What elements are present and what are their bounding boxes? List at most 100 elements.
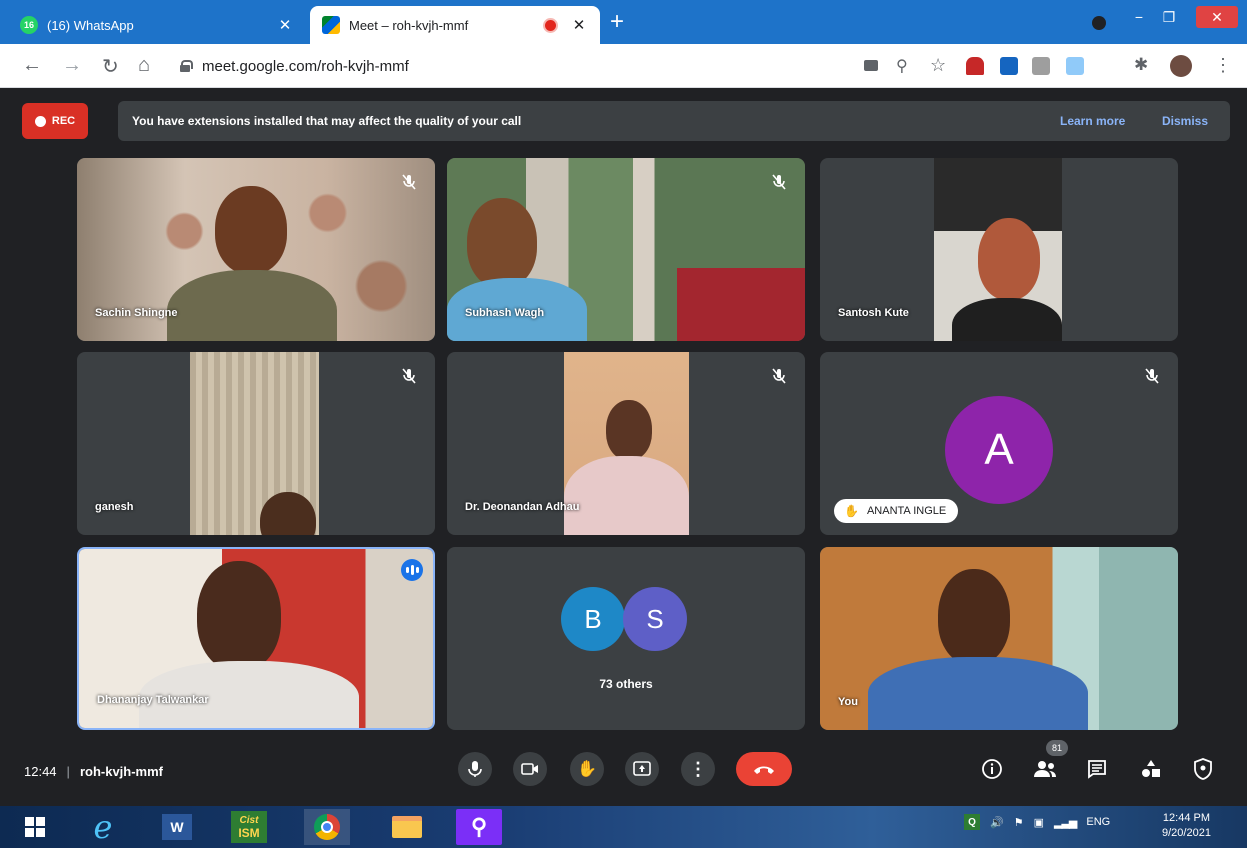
extension-doc-icon[interactable] <box>1066 57 1084 75</box>
internet-explorer-button[interactable]: e <box>80 808 126 846</box>
participant-name: Dhananjay Talwankar <box>97 694 209 706</box>
camera-toggle-button[interactable] <box>513 752 547 786</box>
forward-icon[interactable]: → <box>62 54 82 77</box>
dismiss-button[interactable]: Dismiss <box>1162 114 1208 128</box>
windows-start-button[interactable] <box>12 809 58 845</box>
extensions-puzzle-icon[interactable]: ✱ <box>1134 55 1148 75</box>
meet-stage: REC You have extensions installed that m… <box>0 88 1247 806</box>
people-button[interactable] <box>1032 756 1058 782</box>
raise-hand-button[interactable]: ✋ <box>570 752 604 786</box>
menu-kebab-icon[interactable]: ⋮ <box>1214 55 1232 76</box>
camera-in-use-icon[interactable] <box>864 60 878 71</box>
back-icon[interactable]: ← <box>22 54 42 77</box>
restore-icon[interactable]: ❐ <box>1158 6 1180 28</box>
search-app-button[interactable]: ⚲ <box>456 809 502 845</box>
participant-face <box>260 492 316 535</box>
chat-icon <box>1088 760 1106 779</box>
ism-label: ISM <box>238 826 260 840</box>
windows-logo-icon <box>25 817 45 837</box>
participant-tile[interactable]: Dhananjay Talwankar <box>77 547 435 730</box>
more-vert-icon: ⋮ <box>689 758 707 779</box>
whatsapp-icon: 16 <box>20 16 38 34</box>
home-icon[interactable]: ⌂ <box>138 54 150 77</box>
participant-tile[interactable]: Dr. Deonandan Adhau <box>447 352 805 535</box>
new-tab-button[interactable]: + <box>610 10 624 34</box>
camera-icon <box>521 763 538 775</box>
clock-time: 12:44 PM <box>1162 812 1211 824</box>
cist-ism-button[interactable]: Cist ISM <box>226 809 272 845</box>
participant-name: ganesh <box>95 501 134 513</box>
video-feed <box>934 158 1062 341</box>
minimize-icon[interactable]: − <box>1128 6 1150 28</box>
network-icon[interactable]: ▣ <box>1034 816 1044 829</box>
avatar[interactable] <box>1170 55 1192 77</box>
url-text: meet.google.com/roh-kvjh-mmf <box>202 57 409 75</box>
url-field[interactable]: meet.google.com/roh-kvjh-mmf <box>180 51 850 81</box>
close-window-icon[interactable]: ✕ <box>1196 6 1238 28</box>
extension-warning-banner: You have extensions installed that may a… <box>118 101 1230 141</box>
participant-count-badge: 81 <box>1046 740 1068 756</box>
meeting-details-button[interactable] <box>979 756 1005 782</box>
mic-off-icon <box>772 368 786 384</box>
bookmark-star-icon[interactable]: ☆ <box>930 55 946 76</box>
internet-explorer-icon: e <box>93 808 113 846</box>
extension-red-icon[interactable] <box>966 57 984 75</box>
learn-more-link[interactable]: Learn more <box>1060 114 1125 128</box>
chrome-button[interactable] <box>304 809 350 845</box>
participant-name: Sachin Shingne <box>95 307 178 319</box>
mic-toggle-button[interactable] <box>458 752 492 786</box>
close-tab-icon[interactable]: ✕ <box>570 16 588 34</box>
participant-tile[interactable]: A ✋ ANANTA INGLE <box>820 352 1178 535</box>
language-indicator[interactable]: ENG <box>1086 816 1110 828</box>
more-options-button[interactable]: ⋮ <box>681 752 715 786</box>
word-icon: W <box>162 814 192 840</box>
participant-tile[interactable]: Subhash Wagh <box>447 158 805 341</box>
zoom-icon[interactable]: ⚲ <box>896 56 908 76</box>
profile-icon[interactable] <box>1092 16 1106 30</box>
host-controls-button[interactable] <box>1190 756 1216 782</box>
file-explorer-button[interactable] <box>384 809 430 845</box>
participant-tile[interactable]: Santosh Kute <box>820 158 1178 341</box>
participant-tile[interactable]: Sachin Shingne <box>77 158 435 341</box>
extension-blue-icon[interactable] <box>1000 57 1018 75</box>
taskbar-clock[interactable]: 12:44 PM 9/20/2021 <box>1162 811 1211 841</box>
tab-title: (16) WhatsApp <box>47 17 134 33</box>
participant-face <box>938 569 1010 665</box>
signal-icon[interactable]: ▂▃▅ <box>1054 816 1077 829</box>
rec-badge: REC <box>22 103 88 139</box>
word-button[interactable]: W <box>154 809 200 845</box>
tab-meet[interactable]: Meet – roh-kvjh-mmf ✕ <box>310 6 600 44</box>
folder-icon <box>392 816 422 838</box>
volume-icon[interactable]: 🔊 <box>990 816 1004 829</box>
present-screen-button[interactable] <box>625 752 659 786</box>
reload-icon[interactable]: ↻ <box>102 54 119 79</box>
participant-tile[interactable]: You <box>820 547 1178 730</box>
participant-name: ANANTA INGLE <box>866 505 947 517</box>
flag-icon[interactable]: ⚑ <box>1014 816 1024 829</box>
mic-off-icon <box>1145 368 1159 384</box>
chat-button[interactable] <box>1084 756 1110 782</box>
avatar: B <box>561 587 625 651</box>
tray-app-icon[interactable]: Q <box>964 814 980 830</box>
activities-button[interactable] <box>1138 756 1164 782</box>
participant-tile[interactable]: ganesh <box>77 352 435 535</box>
participant-face <box>215 186 287 274</box>
close-tab-icon[interactable]: ✕ <box>276 16 294 34</box>
shield-icon <box>1194 758 1212 780</box>
magnifier-icon: ⚲ <box>470 814 488 839</box>
rec-label: REC <box>51 115 76 127</box>
participant-tile[interactable]: B S 73 others <box>447 547 805 730</box>
tab-title: Meet – roh-kvjh-mmf <box>349 17 469 33</box>
tab-whatsapp[interactable]: 16 (16) WhatsApp ✕ <box>8 6 306 44</box>
extension-gray-icon[interactable] <box>1032 57 1050 75</box>
leave-call-button[interactable] <box>736 752 792 786</box>
participant-body <box>868 657 1088 730</box>
mic-off-icon <box>402 174 416 190</box>
participant-name: You <box>838 696 858 708</box>
divider: | <box>66 764 70 779</box>
others-count: 73 others <box>599 677 653 691</box>
activities-icon <box>1142 760 1160 777</box>
avatar: A <box>945 396 1053 504</box>
table <box>677 268 805 341</box>
participant-body <box>952 298 1062 341</box>
